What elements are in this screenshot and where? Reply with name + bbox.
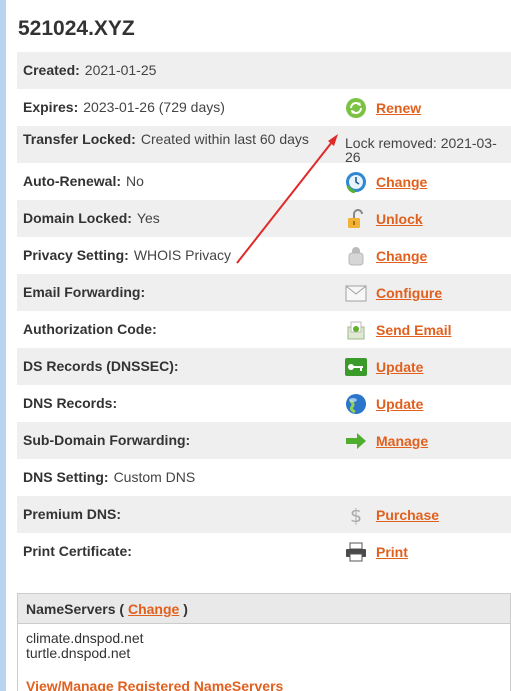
lock-removed-note: Lock removed: 2021-03-26: [345, 135, 497, 165]
nameservers-header: NameServers ( Change ): [18, 594, 510, 624]
email-forwarding-configure-link[interactable]: Configure: [376, 285, 442, 301]
renew-icon[interactable]: [345, 97, 367, 119]
row-label: Authorization Code:: [23, 321, 157, 337]
svg-text:$: $: [350, 505, 362, 526]
row-transfer-locked: Transfer Locked: Created within last 60 d…: [17, 126, 511, 165]
row-privacy-setting: Privacy Setting: WHOIS Privacy Change: [17, 237, 511, 274]
row-value: 2023-01-26 (729 days): [83, 99, 225, 115]
nameserver-item: turtle.dnspod.net: [26, 645, 131, 661]
row-label: Privacy Setting:: [23, 247, 129, 263]
row-label: Created:: [23, 62, 80, 78]
premium-dns-purchase-link[interactable]: Purchase: [376, 507, 439, 523]
row-label: DS Records (DNSSEC):: [23, 358, 179, 374]
row-value: No: [126, 173, 144, 189]
nameservers-change-link[interactable]: Change: [128, 601, 179, 617]
row-value: 2021-01-25: [84, 62, 157, 78]
nameservers-title: NameServers (: [26, 601, 125, 617]
privacy-change-link[interactable]: Change: [376, 248, 427, 264]
row-value: WHOIS Privacy: [133, 247, 232, 263]
clock-icon[interactable]: [345, 171, 367, 194]
nameservers-title-close: ): [183, 601, 188, 617]
row-ds-records: DS Records (DNSSEC): Update: [17, 348, 511, 385]
row-domain-locked: Domain Locked: Yes Unlock: [17, 200, 511, 237]
row-value: Yes: [136, 210, 160, 226]
left-accent-bar: [0, 0, 6, 691]
printer-icon[interactable]: [345, 541, 367, 563]
row-print-certificate: Print Certificate: Print: [17, 533, 511, 570]
row-subdomain-forwarding: Sub-Domain Forwarding: Manage: [17, 422, 511, 459]
view-manage-nameservers-link[interactable]: View/Manage Registered NameServers: [26, 678, 283, 691]
envelope-icon[interactable]: [345, 282, 367, 304]
nameservers-panel: NameServers ( Change ) climate.dnspod.ne…: [17, 593, 511, 691]
dollar-icon[interactable]: $: [345, 504, 367, 527]
row-premium-dns: Premium DNS: $ Purchase: [17, 496, 511, 533]
row-dns-records: DNS Records: Update: [17, 385, 511, 422]
row-label: Expires:: [23, 99, 79, 115]
print-link[interactable]: Print: [376, 544, 408, 560]
row-expires: Expires: 2023-01-26 (729 days) Renew: [17, 89, 511, 126]
nameserver-item: climate.dnspod.net: [26, 630, 144, 646]
nameserver-list: climate.dnspod.net turtle.dnspod.net: [18, 624, 510, 661]
renew-link[interactable]: Renew: [376, 100, 421, 116]
row-authorization-code: Authorization Code: Send Email: [17, 311, 511, 348]
domain-details-table: Created: 2021-01-25 Expires: 2023-01-26 (7…: [17, 52, 511, 570]
send-email-link[interactable]: Send Email: [376, 322, 451, 338]
privacy-icon[interactable]: [345, 245, 367, 267]
row-label: Email Forwarding:: [23, 284, 146, 300]
row-dns-setting: DNS Setting: Custom DNS: [17, 459, 511, 496]
globe-icon[interactable]: [345, 393, 367, 415]
row-auto-renewal: Auto-Renewal: No Change: [17, 163, 511, 200]
auto-renewal-change-link[interactable]: Change: [376, 174, 427, 190]
padlock-icon[interactable]: [345, 208, 367, 230]
row-label: DNS Records:: [23, 395, 118, 411]
row-label: Sub-Domain Forwarding:: [23, 432, 191, 448]
row-value: Custom DNS: [113, 469, 196, 485]
subdomain-forwarding-manage-link[interactable]: Manage: [376, 433, 428, 449]
row-value: Created within last 60 days: [140, 131, 309, 147]
row-label: Auto-Renewal:: [23, 173, 121, 189]
arrow-right-icon[interactable]: [345, 430, 367, 452]
key-icon[interactable]: [345, 356, 367, 378]
domain-title: 521024.XYZ: [18, 17, 135, 40]
row-email-forwarding: Email Forwarding: Configure: [17, 274, 511, 311]
row-label: Domain Locked:: [23, 210, 132, 226]
row-label: Print Certificate:: [23, 543, 132, 559]
row-label: DNS Setting:: [23, 469, 109, 485]
row-label: Premium DNS:: [23, 506, 122, 522]
ds-records-update-link[interactable]: Update: [376, 359, 423, 375]
dns-records-update-link[interactable]: Update: [376, 396, 423, 412]
row-created: Created: 2021-01-25: [17, 52, 511, 89]
unlock-link[interactable]: Unlock: [376, 211, 423, 227]
row-label: Transfer Locked:: [23, 131, 136, 147]
mail-icon[interactable]: [345, 319, 367, 341]
